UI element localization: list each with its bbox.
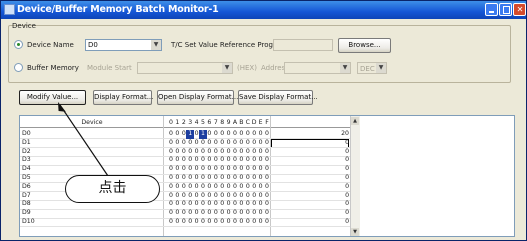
click-callout: 点击 bbox=[65, 175, 160, 203]
pointer-arrow-icon bbox=[58, 102, 109, 177]
